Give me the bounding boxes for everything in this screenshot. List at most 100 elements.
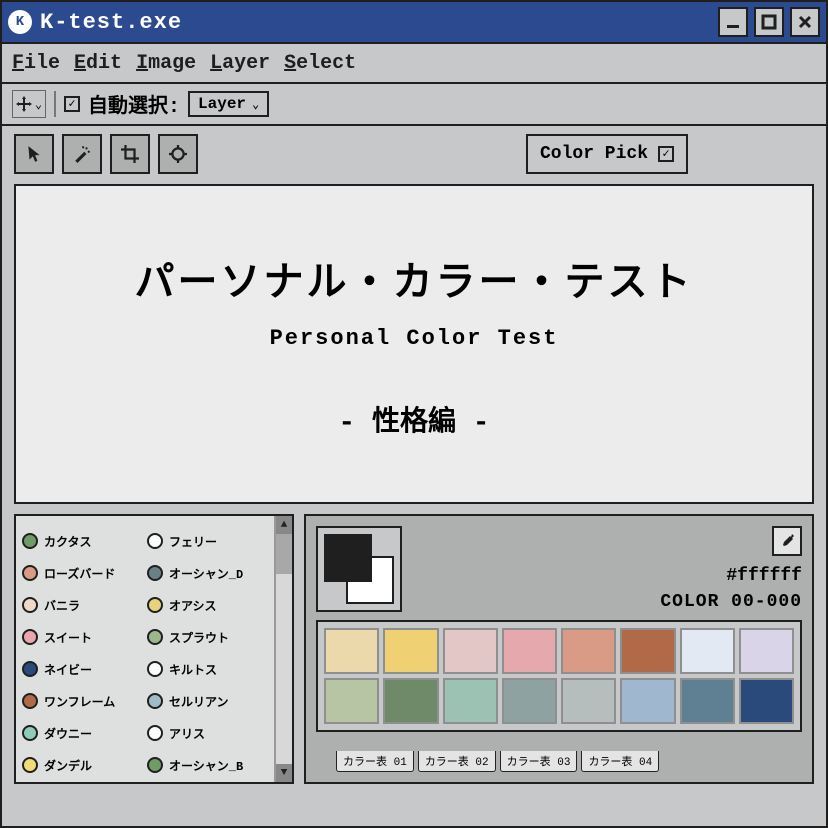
palette-swatch[interactable] [383, 678, 438, 724]
color-item-label: セルリアン [169, 693, 229, 710]
target-icon [169, 145, 187, 163]
chevron-down-icon: ⌄ [252, 97, 259, 112]
color-swatch-icon [22, 757, 38, 773]
palette-swatch[interactable] [443, 628, 498, 674]
color-swatch-icon [22, 533, 38, 549]
close-button[interactable] [790, 7, 820, 37]
color-list-item[interactable]: ローズバード [22, 558, 143, 588]
color-list-item[interactable]: カクタス [22, 526, 143, 556]
menu-select[interactable]: Select [284, 52, 356, 75]
maximize-button[interactable] [754, 7, 784, 37]
color-list-item[interactable]: スイート [22, 622, 143, 652]
color-item-label: フェリー [169, 533, 217, 550]
color-list-item[interactable]: セルリアン [147, 686, 268, 716]
hero-title-ja: パーソナル・カラー・テスト [135, 249, 694, 308]
color-swatch-icon [147, 661, 163, 677]
color-list-item[interactable]: オーシャン_B [147, 750, 268, 780]
color-list-body: カクタス フェリーローズバード オーシャン_D バニラ オアシススイートスプラウトネイビ… [16, 516, 274, 782]
menu-layer[interactable]: Layer [210, 52, 270, 75]
scrollbar[interactable]: ▲ ▼ [274, 516, 292, 782]
palette-swatch[interactable] [324, 678, 379, 724]
app-icon: K [8, 10, 32, 34]
palette-swatch[interactable] [502, 628, 557, 674]
color-list-item[interactable]: ワンフレーム [22, 686, 143, 716]
color-swatch-icon [22, 565, 38, 581]
color-list-item[interactable]: アリス [147, 718, 268, 748]
color-list-item[interactable]: フェリー [147, 526, 268, 556]
color-swatch-icon [22, 661, 38, 677]
pointer-tool[interactable] [14, 134, 54, 174]
crop-tool[interactable] [110, 134, 150, 174]
target-tool[interactable] [158, 134, 198, 174]
hero-subtitle: - 性格編 - [338, 399, 489, 439]
color-id-label: COLOR 00-000 [660, 592, 802, 612]
eyedropper-icon [779, 533, 795, 549]
color-item-label: オーシャン_D [169, 565, 243, 582]
color-list-item[interactable]: バニラ [22, 590, 143, 620]
color-swatch-icon [147, 597, 163, 613]
color-list-panel: カクタス フェリーローズバード オーシャン_D バニラ オアシススイートスプラウトネイビ… [14, 514, 294, 784]
wand-tool[interactable] [62, 134, 102, 174]
titlebar: K K-test.exe [2, 2, 826, 44]
color-item-label: ダウニー [44, 725, 92, 742]
color-list-item[interactable]: ネイビー [22, 654, 143, 684]
color-swatch-icon [147, 725, 163, 741]
auto-select-checkbox[interactable]: ✓ [64, 96, 80, 112]
menu-edit[interactable]: Edit [74, 52, 122, 75]
palette-swatch[interactable] [324, 628, 379, 674]
foreground-color-swatch[interactable] [324, 534, 372, 582]
color-swatch-icon [22, 597, 38, 613]
eyedropper-button[interactable] [772, 526, 802, 556]
menu-file[interactable]: File [12, 52, 60, 75]
scroll-thumb[interactable] [276, 534, 292, 574]
toolrow: Color Pick ✓ [2, 126, 826, 174]
scroll-track[interactable] [276, 534, 292, 764]
window-title: K-test.exe [40, 10, 718, 35]
color-list-item[interactable]: ダウニー [22, 718, 143, 748]
palette-swatch[interactable] [502, 678, 557, 724]
color-swatch-icon [147, 757, 163, 773]
palette-swatch[interactable] [620, 678, 675, 724]
scroll-up-button[interactable]: ▲ [276, 516, 292, 534]
color-swatch-icon [147, 629, 163, 645]
color-list-item[interactable]: オーシャン_D [147, 558, 268, 588]
layer-dropdown[interactable]: Layer ⌄ [188, 91, 269, 117]
color-pick-button[interactable]: Color Pick ✓ [526, 134, 688, 174]
color-item-label: オアシス [169, 597, 217, 614]
color-list-item[interactable]: スプラウト [147, 622, 268, 652]
color-swatch-icon [22, 725, 38, 741]
color-pick-label: Color Pick [540, 144, 648, 164]
palette-swatch[interactable] [443, 678, 498, 724]
palette-swatch[interactable] [680, 628, 735, 674]
color-list-item[interactable]: オアシス [147, 590, 268, 620]
palette-swatch[interactable] [680, 678, 735, 724]
divider [54, 91, 56, 117]
minimize-button[interactable] [718, 7, 748, 37]
palette-swatch[interactable] [620, 628, 675, 674]
scroll-down-button[interactable]: ▼ [276, 764, 292, 782]
palette-swatch[interactable] [561, 628, 616, 674]
palette-tab[interactable]: カラー表 01 [336, 751, 414, 772]
color-item-label: オーシャン_B [169, 757, 243, 774]
menu-image[interactable]: Image [136, 52, 196, 75]
palette-tab[interactable]: カラー表 04 [581, 751, 659, 772]
color-item-label: ネイビー [44, 661, 92, 678]
palette-tab[interactable]: カラー表 02 [418, 751, 496, 772]
fg-bg-swatches[interactable] [316, 526, 402, 612]
move-tool-button[interactable]: ⌄ [12, 90, 46, 118]
color-list-item[interactable]: ダンデル [22, 750, 143, 780]
palette-swatch[interactable] [561, 678, 616, 724]
menubar: File Edit Image Layer Select [2, 44, 826, 84]
color-item-label: ダンデル [44, 757, 92, 774]
color-item-label: カクタス [44, 533, 92, 550]
color-swatch-icon [147, 533, 163, 549]
color-item-label: バニラ [44, 597, 80, 614]
cursor-icon [25, 145, 43, 163]
color-item-label: ローズバード [44, 565, 115, 582]
palette-tab[interactable]: カラー表 03 [500, 751, 578, 772]
palette-swatch[interactable] [383, 628, 438, 674]
hero-title-en: Personal Color Test [270, 326, 559, 351]
palette-swatch[interactable] [739, 628, 794, 674]
palette-swatch[interactable] [739, 678, 794, 724]
color-list-item[interactable]: キルトス [147, 654, 268, 684]
